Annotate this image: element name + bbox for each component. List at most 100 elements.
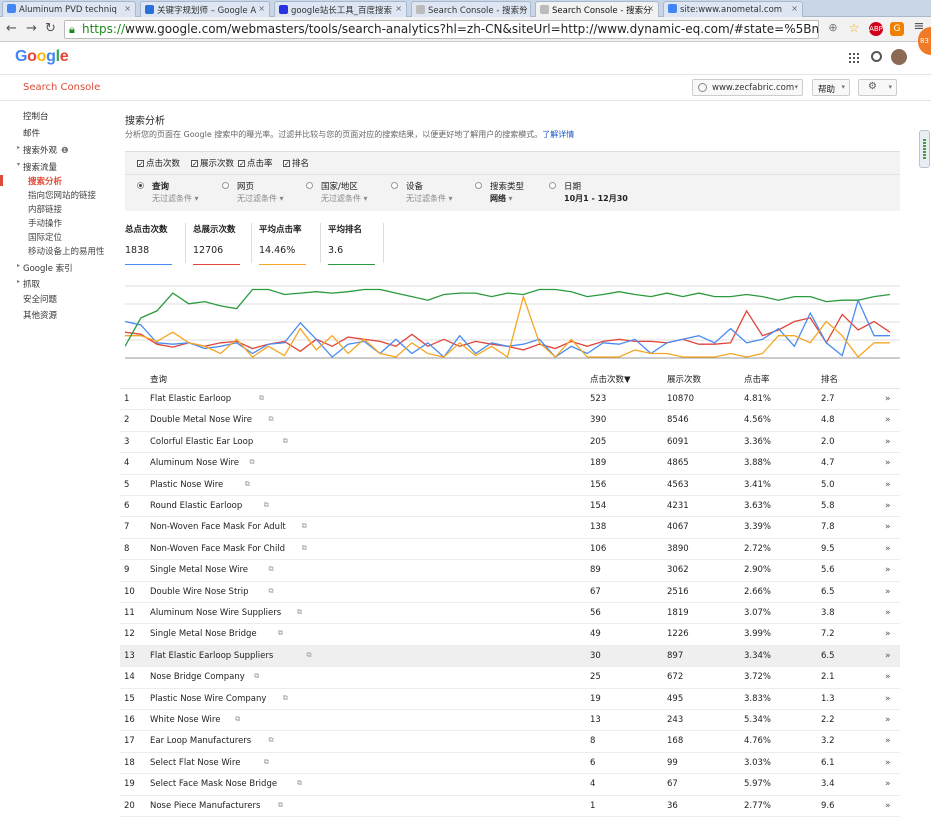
browser-tab[interactable]: site:www.anometal.com × (663, 1, 803, 17)
query-text[interactable]: Select Flat Nose Wire (150, 758, 240, 768)
table-row[interactable]: 2 Double Metal Nose Wire 390 8546 4.56% 4.8 ⧉ » (120, 410, 900, 432)
expand-chevron-icon[interactable]: » (885, 501, 891, 511)
external-link-icon[interactable]: ⧉ (250, 458, 255, 467)
query-text[interactable]: Round Elastic Earloop (150, 501, 242, 511)
metric-card[interactable]: 平均点击率 14.46% (259, 223, 319, 265)
radio-button[interactable] (549, 182, 556, 189)
external-link-icon[interactable]: ⧉ (269, 415, 274, 424)
filter-value[interactable]: 无过滤条件 ▾ (237, 193, 284, 204)
expand-chevron-icon[interactable]: » (885, 758, 891, 768)
metric-checkbox[interactable]: ✓ 点击次数 (137, 157, 180, 169)
metric-card[interactable]: 总点击次数 1838 (125, 223, 185, 265)
external-link-icon[interactable]: ⧉ (269, 736, 274, 745)
forward-arrow-icon[interactable]: → (26, 21, 37, 36)
radio-button[interactable] (306, 182, 313, 189)
header-position[interactable]: 排名 (821, 373, 838, 385)
filter-value[interactable]: 无过滤条件 ▾ (321, 193, 368, 204)
table-row[interactable]: 15 Plastic Nose Wire Company 19 495 3.83% 1.3… (120, 689, 900, 710)
external-link-icon[interactable]: ⧉ (283, 437, 288, 446)
sidebar-item[interactable]: ▸ Google 索引 (17, 262, 73, 274)
sidebar-item[interactable]: 指向您网站的链接 (28, 189, 96, 201)
expand-chevron-icon[interactable]: » (885, 736, 891, 746)
scrollbar-thumb[interactable] (919, 130, 930, 168)
query-text[interactable]: Nose Bridge Company (150, 672, 245, 682)
query-text[interactable]: Double Wire Nose Strip (150, 587, 249, 597)
sidebar-item[interactable]: ▸ 搜索外观 ❶ (17, 144, 69, 156)
metric-card[interactable]: 平均排名 3.6 (328, 223, 388, 265)
external-link-icon[interactable]: ⧉ (245, 480, 250, 489)
header-query[interactable]: 查询 (150, 373, 167, 385)
sidebar-item[interactable]: 邮件 (23, 127, 40, 139)
radio-button[interactable] (137, 182, 144, 189)
expand-chevron-icon[interactable]: » (885, 587, 891, 597)
query-text[interactable]: Double Metal Nose Wire (150, 415, 252, 425)
external-link-icon[interactable]: ⧉ (302, 544, 307, 553)
sidebar-item[interactable]: 其他资源 (23, 309, 57, 321)
query-text[interactable]: Colorful Elastic Ear Loop (150, 437, 253, 447)
query-text[interactable]: Select Face Mask Nose Bridge (150, 779, 277, 789)
close-icon[interactable]: × (519, 4, 526, 13)
external-link-icon[interactable]: ⧉ (302, 522, 307, 531)
query-text[interactable]: Ear Loop Manufacturers (150, 736, 251, 746)
metric-checkbox[interactable]: ✓ 展示次数 (191, 157, 234, 169)
search-console-title[interactable]: Search Console (23, 82, 100, 93)
expand-chevron-icon[interactable]: » (885, 458, 891, 468)
external-link-icon[interactable]: ⧉ (269, 565, 274, 574)
extension-icon[interactable]: G (890, 22, 904, 36)
table-row[interactable]: 18 Select Flat Nose Wire 6 99 3.03% 6.1 ⧉ » (120, 753, 900, 775)
header-impressions[interactable]: 展示次数 (667, 373, 701, 385)
expand-chevron-icon[interactable]: » (885, 779, 891, 789)
query-text[interactable]: Aluminum Nose Wire Suppliers (150, 608, 281, 618)
table-row[interactable]: 12 Single Metal Nose Bridge 49 1226 3.99% 7.2… (120, 624, 900, 646)
avatar[interactable] (891, 49, 907, 65)
metric-checkbox[interactable]: ✓ 点击率 (238, 157, 273, 169)
expand-chevron-icon[interactable]: » (885, 651, 891, 661)
external-link-icon[interactable]: ⧉ (297, 608, 302, 617)
table-row[interactable]: 20 Nose Piece Manufacturers 1 36 2.77% 9.6 ⧉ » (120, 796, 900, 817)
browser-tab[interactable]: Aluminum PVD techniq × (2, 1, 136, 17)
reload-icon[interactable]: ↻ (45, 21, 56, 36)
query-text[interactable]: Non-Woven Face Mask For Adult (150, 522, 286, 532)
query-text[interactable]: Non-Woven Face Mask For Child (150, 544, 285, 554)
filter-value[interactable]: 无过滤条件 ▾ (406, 193, 453, 204)
sidebar-item[interactable]: 国际定位 (28, 231, 62, 243)
table-row[interactable]: 13 Flat Elastic Earloop Suppliers 30 897 3.3… (120, 645, 900, 668)
query-text[interactable]: Nose Piece Manufacturers (150, 801, 260, 811)
table-row[interactable]: 8 Non-Woven Face Mask For Child 106 3890 2.7… (120, 539, 900, 561)
table-row[interactable]: 9 Single Metal Nose Wire 89 3062 2.90% 5.6 ⧉ » (120, 560, 900, 582)
filter-value[interactable]: 网络 ▾ (490, 193, 513, 204)
expand-chevron-icon[interactable]: » (885, 415, 891, 425)
learn-more-link[interactable]: 了解详情 (542, 130, 574, 139)
external-link-icon[interactable]: ⧉ (259, 394, 264, 403)
external-link-icon[interactable]: ⧉ (269, 587, 274, 596)
table-row[interactable]: 1 Flat Elastic Earloop 523 10870 4.81% 2.7 ⧉ » (120, 389, 900, 411)
close-icon[interactable]: × (791, 4, 798, 13)
radio-button[interactable] (222, 182, 229, 189)
external-link-icon[interactable]: ⧉ (283, 694, 288, 703)
table-row[interactable]: 5 Plastic Nose Wire 156 4563 3.41% 5.0 ⧉ » (120, 475, 900, 496)
table-row[interactable]: 6 Round Elastic Earloop 154 4231 3.63% 5.8 ⧉ » (120, 496, 900, 518)
browser-tab[interactable]: google站长工具_百度搜索 × (274, 1, 407, 17)
expand-chevron-icon[interactable]: » (885, 394, 891, 404)
adblock-icon[interactable]: ABP (869, 22, 883, 36)
radio-button[interactable] (391, 182, 398, 189)
external-link-icon[interactable]: ⧉ (264, 758, 269, 767)
address-bar[interactable]: 🔒︎ https://www.google.com/webmasters/too… (64, 20, 819, 39)
table-row[interactable]: 10 Double Wire Nose Strip 67 2516 2.66% 6.5 ⧉ » (120, 582, 900, 603)
query-text[interactable]: Plastic Nose Wire Company (150, 694, 266, 704)
table-row[interactable]: 7 Non-Woven Face Mask For Adult 138 4067 3.3… (120, 517, 900, 539)
site-selector[interactable]: www.zecfabric.com ▾ (692, 79, 803, 96)
query-text[interactable]: Single Metal Nose Wire (150, 565, 248, 575)
table-row[interactable]: 16 White Nose Wire 13 243 5.34% 2.2 ⧉ » (120, 710, 900, 732)
apps-grid-icon[interactable] (849, 53, 859, 63)
expand-chevron-icon[interactable]: » (885, 608, 891, 618)
query-text[interactable]: Flat Elastic Earloop (150, 394, 231, 404)
external-link-icon[interactable]: ⧉ (278, 801, 283, 810)
close-icon[interactable]: × (124, 4, 131, 13)
help-button[interactable]: 帮助 ▾ (812, 79, 850, 96)
back-arrow-icon[interactable]: ← (6, 21, 17, 36)
zoom-icon[interactable]: ⊕ (826, 21, 840, 35)
table-row[interactable]: 14 Nose Bridge Company 25 672 3.72% 2.1 ⧉ » (120, 667, 900, 689)
external-link-icon[interactable]: ⧉ (307, 651, 312, 660)
close-icon[interactable]: × (395, 4, 402, 13)
